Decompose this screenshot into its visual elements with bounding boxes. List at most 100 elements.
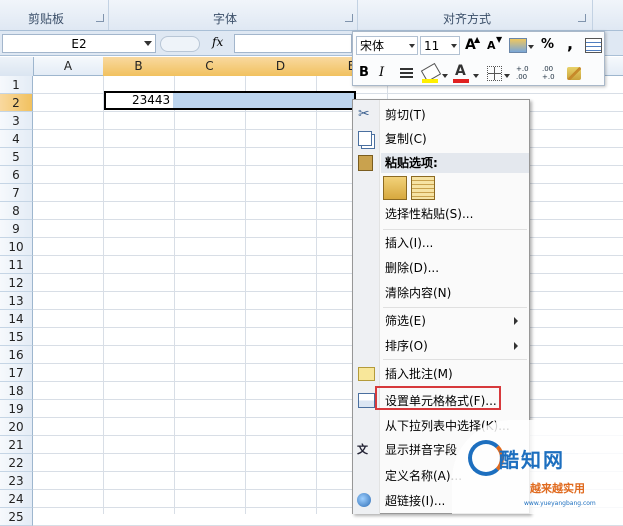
row-header-20[interactable]: 20 <box>0 418 33 436</box>
accounting-format-icon[interactable] <box>509 38 527 53</box>
font-color-swatch <box>453 79 469 83</box>
center-align-icon[interactable] <box>400 68 413 79</box>
gridline-horizontal <box>33 219 623 220</box>
font-launcher-icon[interactable] <box>345 14 353 22</box>
borders-icon[interactable] <box>487 66 502 81</box>
gridline-horizontal <box>33 381 623 382</box>
menu-item-insert-comment[interactable]: 插入批注(M) <box>385 365 453 383</box>
format-painter-table-icon[interactable] <box>585 38 602 53</box>
grow-font-arrow-icon: ▲ <box>474 35 481 44</box>
gridline-horizontal <box>33 345 623 346</box>
insert-function-button[interactable]: fx <box>212 35 223 49</box>
chevron-down-icon[interactable] <box>473 74 479 78</box>
row-header-15[interactable]: 15 <box>0 328 33 346</box>
row-header-11[interactable]: 11 <box>0 256 33 274</box>
italic-button[interactable]: I <box>379 65 384 80</box>
column-header-a[interactable]: A <box>33 57 104 76</box>
shrink-font-button[interactable]: A <box>487 39 496 52</box>
menu-item-clear-contents[interactable]: 清除内容(N) <box>385 284 451 302</box>
format-painter-icon[interactable] <box>567 67 581 80</box>
gridline-vertical <box>174 76 175 514</box>
menu-separator <box>383 229 527 230</box>
menu-item-insert[interactable]: 插入(I)... <box>385 234 433 252</box>
row-header-16[interactable]: 16 <box>0 346 33 364</box>
row-header-5[interactable]: 5 <box>0 148 33 166</box>
row-header-2[interactable]: 2 <box>0 94 33 112</box>
menu-item-hyperlink[interactable]: 超链接(I)... <box>385 492 445 510</box>
paste-option-formatting-icon[interactable] <box>383 176 407 200</box>
gridline-horizontal <box>33 129 623 130</box>
menu-item-cut[interactable]: 剪切(T) <box>385 106 426 124</box>
row-header-6[interactable]: 6 <box>0 166 33 184</box>
formula-bar-expand-handle[interactable] <box>160 36 200 52</box>
paste-option-values-icon[interactable] <box>411 176 435 200</box>
gridline-horizontal <box>33 201 623 202</box>
clipboard-launcher-icon[interactable] <box>96 14 104 22</box>
row-header-19[interactable]: 19 <box>0 400 33 418</box>
row-header-24[interactable]: 24 <box>0 490 33 508</box>
row-header-10[interactable]: 10 <box>0 238 33 256</box>
column-header-b[interactable]: B <box>103 57 175 76</box>
paste-icon <box>358 155 373 171</box>
row-header-13[interactable]: 13 <box>0 292 33 310</box>
row-header-22[interactable]: 22 <box>0 454 33 472</box>
percent-style-button[interactable]: % <box>541 37 554 52</box>
row-header-4[interactable]: 4 <box>0 130 33 148</box>
row-header-25[interactable]: 25 <box>0 508 33 526</box>
column-header-d[interactable]: D <box>245 57 317 76</box>
row-header-17[interactable]: 17 <box>0 364 33 382</box>
chevron-down-icon[interactable] <box>451 44 457 48</box>
gridline-horizontal <box>33 399 623 400</box>
alignment-launcher-icon[interactable] <box>578 14 586 22</box>
bold-button[interactable]: B <box>359 65 369 80</box>
chevron-down-icon[interactable] <box>409 44 415 48</box>
row-header-8[interactable]: 8 <box>0 202 33 220</box>
increase-decimal-button[interactable]: +.0 .00 <box>516 65 529 81</box>
row-header-9[interactable]: 9 <box>0 220 33 238</box>
chevron-down-icon[interactable] <box>528 45 534 49</box>
gridline-horizontal <box>33 309 623 310</box>
phonetic-icon: 文 <box>357 443 368 456</box>
font-color-button[interactable]: A <box>455 63 466 79</box>
column-header-c[interactable]: C <box>174 57 246 76</box>
row-header-23[interactable]: 23 <box>0 472 33 490</box>
row-header-14[interactable]: 14 <box>0 310 33 328</box>
scissors-icon: ✂ <box>358 106 370 122</box>
watermark-url: www.yueyangbang.com <box>524 500 596 507</box>
select-all-corner[interactable] <box>0 57 34 76</box>
menu-item-define-name[interactable]: 定义名称(A)... <box>385 467 462 485</box>
menu-item-show-phonetic[interactable]: 显示拼音字段 <box>385 441 457 459</box>
name-box-dropdown-icon[interactable] <box>144 41 152 46</box>
formula-input[interactable] <box>234 34 352 53</box>
row-header-12[interactable]: 12 <box>0 274 33 292</box>
ribbon: 剪贴板 字体 对齐方式 <box>0 0 623 31</box>
comma-style-button[interactable]: , <box>567 34 573 53</box>
ribbon-separator <box>108 0 109 30</box>
gridline-horizontal <box>33 363 623 364</box>
menu-item-copy[interactable]: 复制(C) <box>385 130 427 148</box>
fill-color-swatch <box>422 79 438 83</box>
group-alignment-label: 对齐方式 <box>443 12 492 26</box>
menu-item-paste-special[interactable]: 选择性粘贴(S)... <box>385 205 473 223</box>
format-cells-highlight-box <box>375 386 501 410</box>
menu-item-delete[interactable]: 删除(D)... <box>385 259 439 277</box>
menu-item-filter[interactable]: 筛选(E) <box>385 312 426 330</box>
chevron-down-icon[interactable] <box>442 74 448 78</box>
cell-b2-value: 23443 <box>132 93 171 107</box>
row-header-18[interactable]: 18 <box>0 382 33 400</box>
decrease-decimal-button[interactable]: .00 +.0 <box>542 65 555 81</box>
chevron-down-icon[interactable] <box>504 74 510 78</box>
row-header-3[interactable]: 3 <box>0 112 33 130</box>
gridline-horizontal <box>33 291 623 292</box>
shrink-font-arrow-icon: ▼ <box>496 35 503 44</box>
row-header-7[interactable]: 7 <box>0 184 33 202</box>
gridline-horizontal <box>33 237 623 238</box>
row-header-21[interactable]: 21 <box>0 436 33 454</box>
menu-item-sort[interactable]: 排序(O) <box>385 337 428 355</box>
gridline-horizontal <box>33 417 623 418</box>
row-header-1[interactable]: 1 <box>0 76 33 94</box>
mini-toolbar: 宋体 11 A ▲ A ▼ % , B I A +.0 .00 .00 +.0 <box>352 31 605 86</box>
gridline-vertical <box>245 76 246 514</box>
name-box[interactable]: E2 <box>2 34 156 53</box>
gridline-vertical <box>316 76 317 514</box>
